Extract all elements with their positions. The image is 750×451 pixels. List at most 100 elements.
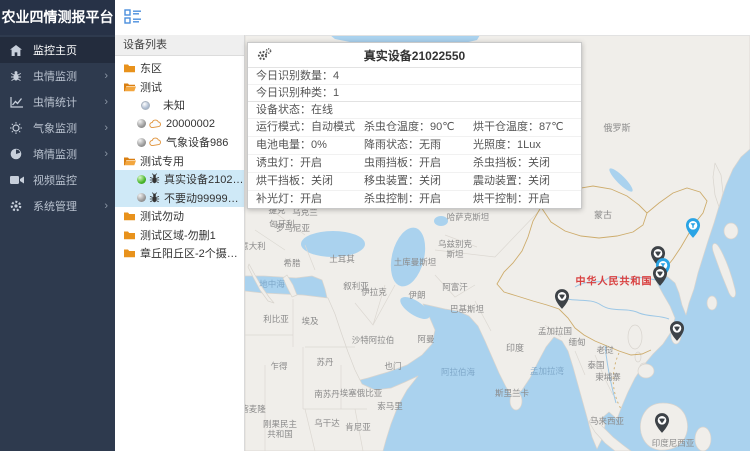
tree-device-真实设备21022550[interactable]: 真实设备21022550: [115, 170, 244, 189]
popup-stats: 今日识别数量：4今日识别种类：1: [248, 68, 581, 102]
device-status-row: 设备状态：在线: [248, 102, 581, 119]
sidebar-item-系统管理[interactable]: 系统管理 ›: [0, 193, 115, 219]
folder-closed-icon: [123, 230, 136, 240]
tree-folder-测试专用[interactable]: 测试专用: [115, 152, 244, 171]
status-unknown-icon: [141, 101, 150, 110]
sidebar-item-监控主页[interactable]: 监控主页: [0, 37, 115, 63]
weather-icon: [10, 122, 24, 134]
insect-device-pin[interactable]: [670, 321, 685, 341]
popup-param-烘干控制: 烘干控制：开启: [473, 191, 581, 208]
bug-icon: [10, 70, 24, 82]
chevron-right-icon: ›: [104, 149, 108, 160]
weather-device-icon: [149, 137, 162, 147]
sidebar-item-虫情统计[interactable]: 虫情统计 ›: [0, 89, 115, 115]
popup-grid-row: 补光灯：开启杀虫控制：开启烘干控制：开启: [248, 191, 581, 208]
tree-folder-测试区域-勿删1[interactable]: 测试区域-勿删1: [115, 226, 244, 245]
device-list-panel: 设备列表 东区测试未知 20000002 气象设备986 测试专用真实设备210225…: [115, 35, 245, 451]
popup-stat-row: 今日识别数量：4: [248, 68, 581, 85]
popup-param-杀虫仓温度: 杀虫仓温度：90℃: [364, 119, 473, 136]
tree-node-label: 不要动99999999: [164, 190, 244, 206]
folder-open-icon: [123, 82, 136, 92]
popup-grid-row: 运行模式：自动模式杀虫仓温度：90℃烘干仓温度：87℃: [248, 119, 581, 137]
camera-device-pin[interactable]: [686, 218, 701, 238]
popup-parameter-grid: 运行模式：自动模式杀虫仓温度：90℃烘干仓温度：87℃电池电量：0%降雨状态：无…: [248, 119, 581, 208]
sidebar-item-label: 虫情统计: [33, 94, 77, 110]
moisture-icon: [10, 148, 24, 160]
popup-param-运行模式: 运行模式：自动模式: [256, 119, 364, 136]
chevron-right-icon: ›: [104, 97, 108, 108]
video-icon: [10, 174, 24, 186]
popup-grid-row: 烘干挡板：关闭移虫装置：关闭震动装置：关闭: [248, 173, 581, 191]
folder-closed-icon: [123, 63, 136, 73]
gear-icon: [10, 200, 24, 212]
sidebar-item-虫情监测[interactable]: 虫情监测›: [0, 63, 115, 89]
sidebar-item-label: 墒情监测: [33, 146, 77, 162]
status-offline-icon: [137, 193, 146, 202]
tree-node-label: 未知: [163, 97, 185, 113]
popup-param-光照度: 光照度：1Lux: [473, 137, 581, 154]
folder-closed-icon: [123, 211, 136, 221]
tree-node-label: 测试: [140, 79, 162, 95]
tree-node-label: 章丘阳丘区-2个摄像头: [140, 245, 244, 261]
status-offline-icon: [137, 138, 146, 147]
insect-device-pin[interactable]: [555, 289, 570, 309]
insect-device-pin[interactable]: [655, 413, 670, 433]
top-header: [115, 0, 750, 36]
tree-node-label: 测试勿动: [140, 208, 184, 224]
chart-icon: [10, 96, 24, 108]
app-window: 俄罗斯蒙古哈萨克斯坦乌克兰捷克匈牙利罗马尼亚意大利希腊土耳其乌兹别克 斯坦土库曼…: [0, 0, 750, 451]
insect-device-icon: [149, 192, 160, 204]
sidebar-item-label: 虫情监测: [33, 68, 77, 84]
insect-device-pin[interactable]: [653, 266, 668, 286]
status-online-icon: [137, 175, 146, 184]
popup-param-补光灯: 补光灯：开启: [256, 191, 364, 208]
settings-icon[interactable]: [256, 47, 272, 63]
tree-folder-测试勿动[interactable]: 测试勿动: [115, 207, 244, 226]
popup-param-移虫装置: 移虫装置：关闭: [364, 173, 473, 190]
device-list-title: 设备列表: [115, 35, 244, 56]
device-tree: 东区测试未知 20000002 气象设备986 测试专用真实设备21022550 不要动…: [115, 56, 244, 263]
tree-node-label: 测试区域-勿删1: [140, 227, 216, 243]
insect-device-icon: [149, 173, 160, 185]
popup-device-title: 真实设备21022550: [248, 47, 581, 64]
popup-param-烘干仓温度: 烘干仓温度：87℃: [473, 119, 581, 136]
popup-grid-row: 电池电量：0%降雨状态：无雨光照度：1Lux: [248, 137, 581, 155]
popup-header: 真实设备21022550: [248, 43, 581, 68]
sidebar-item-label: 气象监测: [33, 120, 77, 136]
popup-stat-row: 今日识别种类：1: [248, 85, 581, 102]
folder-open-icon: [123, 156, 136, 166]
chevron-right-icon: ›: [104, 201, 108, 212]
tree-device-不要动99999999[interactable]: 不要动99999999: [115, 189, 244, 208]
status-offline-icon: [137, 119, 146, 128]
popup-param-杀虫控制: 杀虫控制：开启: [364, 191, 473, 208]
app-title: 农业四情测报平台: [0, 0, 115, 35]
device-list-toggle-icon[interactable]: [124, 9, 142, 26]
popup-param-杀虫挡板: 杀虫挡板：关闭: [473, 155, 581, 172]
chevron-right-icon: ›: [104, 123, 108, 134]
tree-device-20000002[interactable]: 20000002: [115, 115, 244, 134]
folder-closed-icon: [123, 248, 136, 258]
sidebar-item-label: 系统管理: [33, 198, 77, 214]
tree-device-未知[interactable]: 未知: [115, 96, 244, 115]
sidebar: 农业四情测报平台 监控主页虫情监测›虫情统计›气象监测›墒情监测›视频监控系统管…: [0, 0, 115, 451]
tree-node-label: 真实设备21022550: [164, 171, 244, 187]
tree-node-label: 测试专用: [140, 153, 184, 169]
sidebar-item-气象监测[interactable]: 气象监测 ›: [0, 115, 115, 141]
tree-folder-章丘阳丘区-2个摄像头[interactable]: 章丘阳丘区-2个摄像头: [115, 244, 244, 263]
popup-param-电池电量: 电池电量：0%: [256, 137, 364, 154]
home-icon: [10, 44, 24, 56]
sidebar-menu: 监控主页虫情监测› 虫情统计 › 气象监测 › 墒情监测 › 视频监控系统管理 ›: [0, 35, 115, 219]
weather-device-icon: [149, 119, 162, 129]
popup-param-震动装置: 震动装置：关闭: [473, 173, 581, 190]
tree-node-label: 气象设备986: [166, 134, 228, 150]
popup-grid-row: 诱虫灯：开启虫雨挡板：开启杀虫挡板：关闭: [248, 155, 581, 173]
tree-folder-测试[interactable]: 测试: [115, 78, 244, 97]
device-info-popup: 真实设备21022550 今日识别数量：4今日识别种类：1 设备状态：在线 运行…: [247, 42, 582, 209]
sidebar-item-label: 视频监控: [33, 172, 77, 188]
popup-param-诱虫灯: 诱虫灯：开启: [256, 155, 364, 172]
tree-node-label: 20000002: [166, 118, 215, 130]
tree-folder-东区[interactable]: 东区: [115, 59, 244, 78]
tree-device-气象设备986[interactable]: 气象设备986: [115, 133, 244, 152]
sidebar-item-视频监控[interactable]: 视频监控: [0, 167, 115, 193]
sidebar-item-墒情监测[interactable]: 墒情监测 ›: [0, 141, 115, 167]
